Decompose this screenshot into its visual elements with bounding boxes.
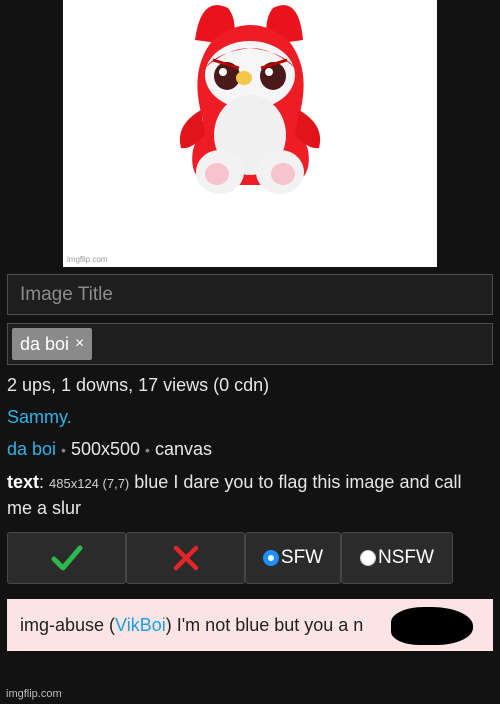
template-link[interactable]: da boi [7,439,56,459]
image-stats: 2 ups, 1 downs, 17 views (0 cdn) [7,375,270,395]
screenshot-watermark: imgflip.com [6,688,62,700]
image-title-input[interactable] [7,274,493,315]
image-dimensions: 500x500 [70,439,141,459]
redaction-scribble [391,607,473,645]
sfw-radio-button[interactable]: SFW [245,532,341,584]
sfw-label: SFW [280,547,324,568]
separator-dot: • [145,442,150,458]
image-meta: da boi • 500x500 • canvas [7,439,212,460]
abuse-prefix: img-abuse ( [20,614,116,635]
abuse-message: ) I'm not blue but you a n [165,614,364,635]
approve-button[interactable] [7,532,126,584]
text-box-dimensions: 485x124 (7,7) [49,476,130,491]
plush-toy-illustration [179,5,321,194]
radio-unselected-icon [360,550,377,566]
meme-image: imgflip.com [63,0,437,267]
author-link[interactable]: Sammy. [7,407,72,428]
radio-selected-icon [262,550,279,566]
nsfw-radio-button[interactable]: NSFW [341,532,453,584]
remove-tag-icon[interactable]: × [75,335,84,353]
check-icon [51,545,82,571]
image-watermark: imgflip.com [67,255,108,264]
tags-input[interactable]: da boi × [7,323,493,365]
x-icon [173,545,198,571]
image-type: canvas [154,439,212,459]
reporter-link[interactable]: VikBoi [115,615,166,636]
reject-button[interactable] [126,532,245,584]
text-label: text [7,472,40,492]
nsfw-label: NSFW [378,547,434,568]
tag-chip: da boi × [12,328,93,360]
separator-dot: • [61,442,66,458]
tag-label: da boi [20,333,70,354]
caption-text-info: text: 485x124 (7,7) blue I dare you to f… [7,472,462,518]
